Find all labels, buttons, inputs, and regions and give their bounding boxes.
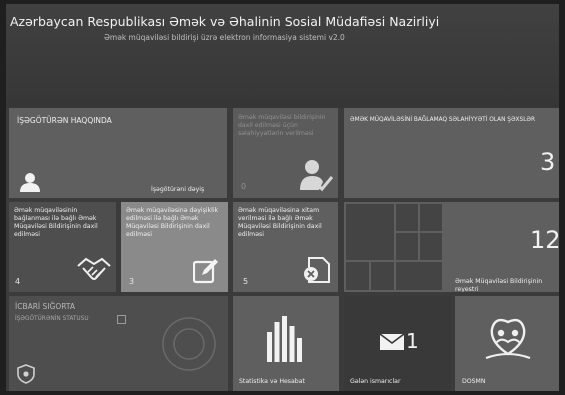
tile-employer-title: İŞƏGÖTÜRƏN HAQQINDA [17,116,112,125]
app-window: Azərbaycan Respublikası Əmək və Əhalinin… [6,4,559,391]
bar-chart-icon [267,316,302,362]
change-employer-link[interactable]: İşəgötürəni dəyiş [151,186,204,194]
envelope-icon [380,334,404,350]
tile-dosmn-label: DOSMN [462,378,486,385]
tile-contract-modification-count: 3 [129,277,135,286]
tile-contract-conclusion-label: Əmək müqaviləsinin bağlanması ilə bağlı … [14,207,98,238]
tile-authorization-count: 0 [241,182,247,191]
tile-contract-conclusion-count: 4 [15,277,21,286]
tile-authorization-label: Əmək müqaviləsi bildirişinin daxil edilm… [238,114,326,137]
tile-insurance[interactable]: İCBARİ SIĞORTA İŞƏGÖTÜRƏNİN STATUSU [9,296,228,391]
employer-status-label: İŞƏGÖTÜRƏNİN STATUSU [15,316,89,322]
edit-icon [193,259,218,284]
tile-insurance-title: İCBARİ SIĞORTA [15,302,76,311]
handshake-icon [77,257,111,280]
user-check-icon [300,160,333,192]
tile-authorized-persons-label: ƏMƏK MÜQAVİLƏSİNİ BAĞLAMAQ SƏLAHİYYƏTİ O… [350,117,536,123]
dosmn-logo-icon [485,318,531,359]
tile-messages-count: 1 [406,329,419,353]
tile-contract-modification[interactable]: Əmək müqaviləsinə dəyişiklik edilməsi il… [121,202,228,292]
tile-contract-termination[interactable]: Əmək müqaviləsinə xitam verilməsi ilə ba… [233,202,338,292]
tile-dosmn[interactable]: DOSMN [455,296,559,391]
status-ring-chart [162,317,216,371]
tile-authorization[interactable]: Əmək müqaviləsi bildirişinin daxil edilm… [233,108,338,198]
tile-messages[interactable]: 1 Gələn ismarıclar [344,296,450,391]
tile-contract-termination-count: 5 [243,277,249,286]
tile-contract-modification-label: Əmək müqaviləsinə dəyişiklik edilməsi il… [126,207,219,238]
tile-registry[interactable]: 12 Əmək Müqaviləsi Bildirişinin reyestri [344,202,559,292]
tile-registry-label: Əmək Müqaviləsi Bildirişinin reyestri [455,278,543,292]
tile-contract-termination-label: Əmək müqaviləsinə xitam verilməsi ilə ba… [238,207,322,238]
document-remove-icon [304,257,330,283]
page-subtitle: Əmək müqaviləsi bildirişi üzrə elektron … [104,33,345,42]
tile-authorized-persons-count: 3 [540,148,556,176]
tile-contract-conclusion[interactable]: Əmək müqaviləsinin bağlanması ilə bağlı … [9,202,116,292]
tile-registry-count: 12 [530,226,559,254]
tile-statistics-label: Statistika və Hesabat [239,378,305,385]
tile-statistics[interactable]: Statistika və Hesabat [233,296,339,391]
shield-icon [17,364,35,384]
grid-icon [346,204,442,290]
tile-employer[interactable]: İŞƏGÖTÜRƏN HAQQINDA İşəgötürəni dəyiş [9,108,227,198]
tile-authorized-persons[interactable]: ƏMƏK MÜQAVİLƏSİNİ BAĞLAMAQ SƏLAHİYYƏTİ O… [344,108,559,198]
header: Azərbaycan Respublikası Əmək və Əhalinin… [6,4,559,108]
page-title: Azərbaycan Respublikası Əmək və Əhalinin… [10,14,440,29]
tile-messages-label: Gələn ismarıclar [350,378,401,385]
user-icon [20,173,40,192]
employer-status-checkbox[interactable] [117,315,126,324]
